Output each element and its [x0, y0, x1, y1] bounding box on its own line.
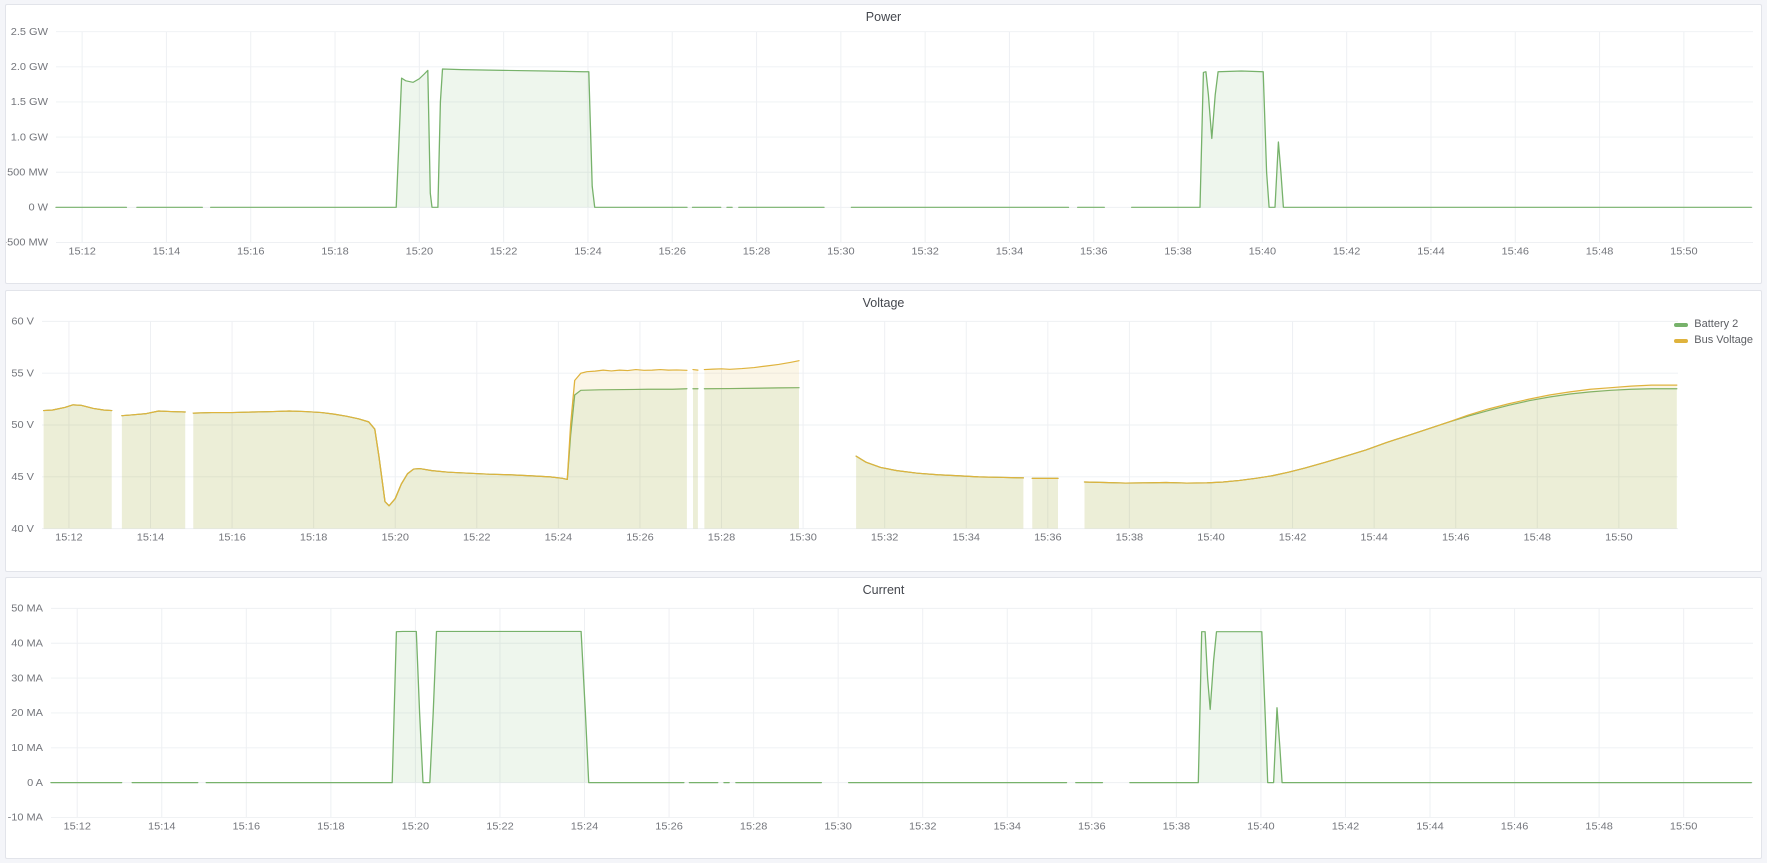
svg-text:0 W: 0 W	[28, 202, 48, 213]
svg-text:30 MA: 30 MA	[11, 673, 44, 684]
svg-text:2.0 GW: 2.0 GW	[11, 61, 48, 72]
svg-text:15:34: 15:34	[994, 821, 1022, 832]
svg-text:15:46: 15:46	[1501, 821, 1529, 832]
svg-text:15:14: 15:14	[137, 532, 165, 543]
svg-text:15:30: 15:30	[827, 246, 855, 257]
svg-text:500 MW: 500 MW	[7, 167, 48, 178]
svg-text:15:50: 15:50	[1605, 532, 1633, 543]
svg-text:15:38: 15:38	[1163, 821, 1191, 832]
svg-text:15:20: 15:20	[381, 532, 409, 543]
svg-text:15:18: 15:18	[300, 532, 328, 543]
svg-text:0 A: 0 A	[27, 777, 44, 788]
svg-text:15:22: 15:22	[486, 821, 514, 832]
svg-text:15:26: 15:26	[658, 246, 686, 257]
svg-text:15:48: 15:48	[1585, 821, 1613, 832]
svg-text:15:48: 15:48	[1586, 246, 1614, 257]
svg-text:15:24: 15:24	[571, 821, 599, 832]
svg-text:50 MA: 50 MA	[11, 603, 44, 614]
svg-text:15:28: 15:28	[740, 821, 768, 832]
legend-item-battery-2[interactable]: Battery 2	[1674, 318, 1753, 331]
battery-2-swatch-icon	[1674, 323, 1688, 327]
svg-text:15:36: 15:36	[1080, 246, 1108, 257]
svg-text:15:36: 15:36	[1034, 532, 1062, 543]
svg-text:15:16: 15:16	[233, 821, 261, 832]
svg-text:15:30: 15:30	[824, 821, 852, 832]
svg-text:10 MA: 10 MA	[11, 742, 44, 753]
svg-text:45 V: 45 V	[11, 471, 34, 482]
svg-text:15:12: 15:12	[63, 821, 91, 832]
panel-current: Current 15:1215:1415:1615:1815:2015:2215…	[5, 577, 1762, 859]
svg-text:15:40: 15:40	[1249, 246, 1277, 257]
panel-power: Power 15:1215:1415:1615:1815:2015:2215:2…	[5, 4, 1762, 284]
svg-text:15:24: 15:24	[574, 246, 602, 257]
svg-text:15:22: 15:22	[463, 532, 491, 543]
svg-text:15:40: 15:40	[1197, 532, 1225, 543]
svg-text:50 V: 50 V	[11, 420, 34, 431]
svg-text:15:16: 15:16	[237, 246, 265, 257]
svg-text:15:46: 15:46	[1502, 246, 1530, 257]
svg-text:15:14: 15:14	[148, 821, 176, 832]
svg-text:1.5 GW: 1.5 GW	[11, 97, 48, 108]
svg-text:15:14: 15:14	[153, 246, 181, 257]
legend-item-bus-voltage[interactable]: Bus Voltage	[1674, 334, 1753, 347]
svg-text:40 V: 40 V	[11, 523, 34, 534]
svg-text:20 MA: 20 MA	[11, 708, 44, 719]
svg-text:15:18: 15:18	[321, 246, 349, 257]
svg-text:15:32: 15:32	[871, 532, 899, 543]
svg-text:15:22: 15:22	[490, 246, 518, 257]
svg-text:15:42: 15:42	[1332, 821, 1360, 832]
svg-text:15:44: 15:44	[1416, 821, 1444, 832]
svg-text:15:38: 15:38	[1116, 532, 1144, 543]
svg-text:15:16: 15:16	[218, 532, 246, 543]
svg-text:-10 MA: -10 MA	[8, 812, 44, 823]
power-chart[interactable]: 15:12 15:14 15:16 15:18 15:20 15:22 15:24 15:26…	[6, 5, 1761, 283]
legend-label-battery-2: Battery 2	[1694, 318, 1738, 331]
svg-text:15:44: 15:44	[1360, 532, 1388, 543]
svg-text:15:12: 15:12	[55, 532, 83, 543]
svg-text:15:28: 15:28	[708, 532, 736, 543]
svg-text:15:26: 15:26	[626, 532, 654, 543]
svg-text:15:42: 15:42	[1279, 532, 1307, 543]
svg-text:60 V: 60 V	[11, 316, 34, 327]
svg-text:15:44: 15:44	[1417, 246, 1445, 257]
svg-text:15:24: 15:24	[545, 532, 573, 543]
current-chart[interactable]: 15:12 15:14 15:16 15:18 15:20 15:22 15:24 15:26…	[6, 578, 1761, 858]
svg-text:15:26: 15:26	[655, 821, 683, 832]
voltage-chart[interactable]: 15:12 15:14 15:16 15:18 15:20 15:22 15:24 15:26…	[6, 291, 1761, 571]
svg-text:15:50: 15:50	[1670, 821, 1698, 832]
svg-text:15:18: 15:18	[317, 821, 345, 832]
svg-text:15:48: 15:48	[1524, 532, 1552, 543]
svg-text:15:20: 15:20	[402, 821, 430, 832]
svg-text:15:32: 15:32	[909, 821, 937, 832]
svg-text:55 V: 55 V	[11, 368, 34, 379]
svg-text:15:30: 15:30	[789, 532, 817, 543]
svg-text:15:42: 15:42	[1333, 246, 1361, 257]
svg-text:15:34: 15:34	[996, 246, 1024, 257]
svg-text:40 MA: 40 MA	[11, 638, 44, 649]
legend-label-bus-voltage: Bus Voltage	[1694, 334, 1753, 347]
bus-voltage-swatch-icon	[1674, 339, 1688, 343]
svg-text:15:12: 15:12	[68, 246, 96, 257]
svg-text:15:50: 15:50	[1670, 246, 1698, 257]
svg-text:-500 MW: -500 MW	[6, 237, 48, 248]
svg-text:15:38: 15:38	[1164, 246, 1192, 257]
svg-text:15:32: 15:32	[911, 246, 939, 257]
svg-text:15:28: 15:28	[743, 246, 771, 257]
legend: Battery 2 Bus Voltage	[1674, 318, 1753, 347]
svg-text:15:36: 15:36	[1078, 821, 1106, 832]
svg-text:1.0 GW: 1.0 GW	[11, 132, 48, 143]
svg-text:15:40: 15:40	[1247, 821, 1275, 832]
panel-voltage: Voltage 15:1215:1415:1615:1815:2015:2215…	[5, 290, 1762, 572]
svg-text:15:46: 15:46	[1442, 532, 1470, 543]
svg-text:15:20: 15:20	[406, 246, 434, 257]
svg-text:15:34: 15:34	[953, 532, 981, 543]
svg-text:2.5 GW: 2.5 GW	[11, 26, 48, 37]
